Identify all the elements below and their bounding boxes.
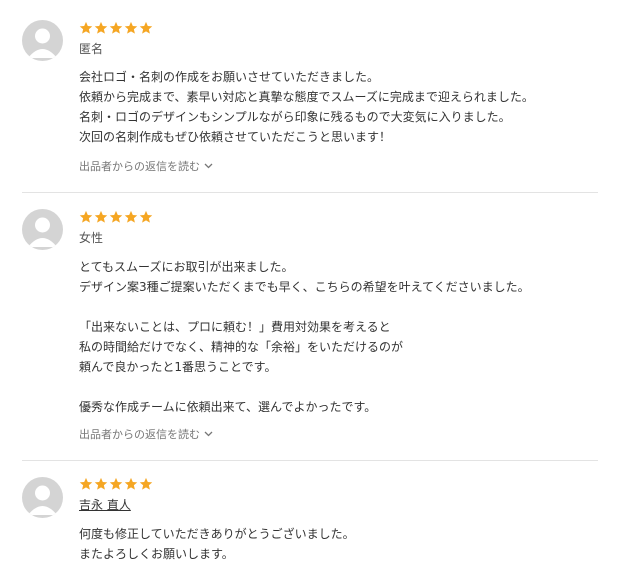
star-icon — [124, 21, 138, 34]
review-text-line: とてもスムーズにお取引が出来ました。 — [79, 260, 294, 274]
review-body: 会社ロゴ・名刺の作成をお願いさせていただきました。 依頼から完成まで、素早い対応… — [79, 67, 609, 147]
read-seller-reply-link[interactable]: 出品者からの返信を読む — [79, 426, 213, 442]
review-text-line: 会社ロゴ・名刺の作成をお願いさせていただきました。 — [79, 70, 380, 84]
review-author-link[interactable]: 吉永 直人 — [79, 498, 131, 512]
star-icon — [109, 210, 123, 223]
star-icon — [109, 21, 123, 34]
review-divider — [22, 460, 598, 461]
review-text-line: またよろしくお願いします。 — [79, 547, 234, 561]
review-text-line: 何度も修正していただきありがとうございました。 — [79, 527, 355, 541]
star-rating — [79, 21, 153, 37]
chevron-down-icon — [204, 163, 213, 169]
user-avatar-icon — [28, 485, 57, 515]
avatar — [22, 20, 63, 61]
review-text-line: 頼んで良かったと1番思うことです。 — [79, 360, 277, 374]
review-text-line: デザイン案3種ご提案いただくまでも早く、こちらの希望を叶えてくださいました。 — [79, 280, 530, 294]
review-divider — [22, 192, 598, 193]
star-icon — [139, 477, 153, 490]
star-rating — [79, 477, 153, 493]
chevron-down-icon — [204, 431, 213, 437]
star-icon — [124, 477, 138, 490]
star-icon — [94, 210, 108, 223]
read-seller-reply-link[interactable]: 出品者からの返信を読む — [79, 158, 213, 174]
star-icon — [94, 21, 108, 34]
review-text-line: 私の時間給だけでなく、精神的な「余裕」をいただけるのが — [79, 340, 404, 354]
review-author: 匿名 — [79, 42, 104, 56]
star-icon — [79, 21, 93, 34]
review-text-line: 「出来ないことは、プロに頼む！」費用対効果を考えると — [79, 320, 391, 334]
review-body: 何度も修正していただきありがとうございました。 またよろしくお願いします。 — [79, 524, 609, 564]
reply-label: 出品者からの返信を読む — [79, 428, 200, 441]
star-icon — [124, 210, 138, 223]
star-icon — [139, 21, 153, 34]
review-text-line: 優秀な作成チームに依頼出来て、選んでよかったです。 — [79, 400, 377, 414]
reply-label: 出品者からの返信を読む — [79, 160, 200, 173]
star-rating — [79, 210, 153, 226]
star-icon — [94, 477, 108, 490]
user-avatar-icon — [28, 28, 57, 58]
review-body: とてもスムーズにお取引が出来ました。 デザイン案3種ご提案いただくまでも早く、こ… — [79, 257, 609, 417]
review-text-line: 名刺・ロゴのデザインもシンプルながら印象に残るもので大変気に入りました。 — [79, 110, 511, 124]
user-avatar-icon — [28, 217, 57, 247]
avatar — [22, 209, 63, 250]
review-text-line: 依頼から完成まで、素早い対応と真摯な態度でスムーズに完成まで迎えられました。 — [79, 90, 534, 104]
star-icon — [109, 477, 123, 490]
star-icon — [139, 210, 153, 223]
review-author: 女性 — [79, 231, 104, 245]
review-text-line: 次回の名刺作成もぜひ依頼させていただこうと思います！ — [79, 130, 392, 144]
avatar — [22, 477, 63, 518]
star-icon — [79, 477, 93, 490]
star-icon — [79, 210, 93, 223]
